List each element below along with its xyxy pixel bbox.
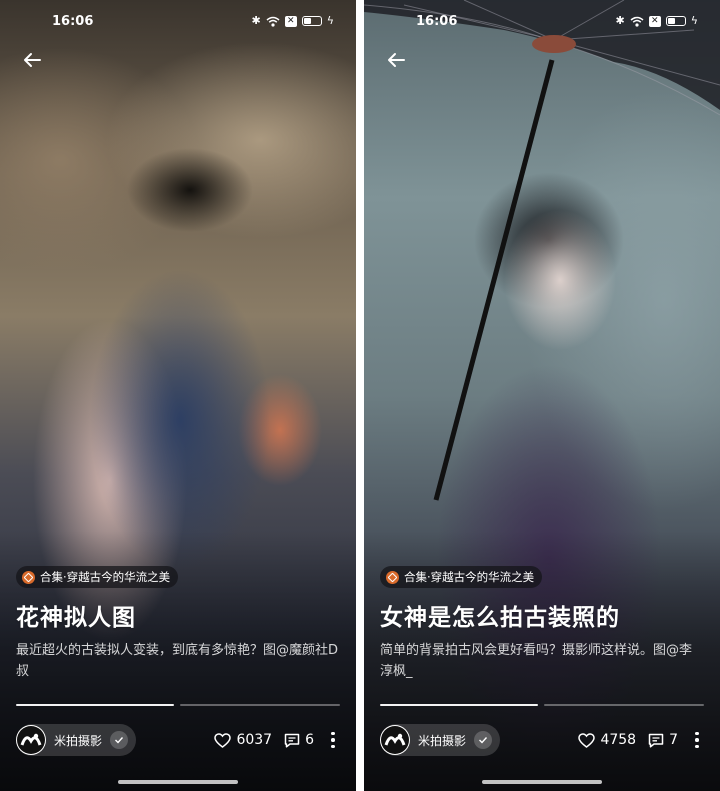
comment-button[interactable]: 7 [648,732,678,748]
story-screen-left: 16:06 ✱ ✕ ϟ 合集·穿越古今的华流之美 花神拟人图 最近超火的古装拟人… [0,0,356,791]
bluetooth-icon: ✱ [615,14,625,27]
author-name: 米拍摄影 [54,733,103,748]
image-progress [16,704,340,706]
avatar[interactable] [16,725,46,755]
wifi-icon [630,12,644,31]
like-count: 4758 [600,732,637,748]
battery-icon [665,16,686,26]
post-description: 最近超火的古装拟人变装，到底有多惊艳？图@魔颜社D叔 [16,643,339,679]
heart-icon [214,732,232,748]
story-screen-right: 16:06 ✱ ✕ ϟ 合集·穿越古今的华流之美 女神是怎么拍古装照的 简单的背… [364,0,720,791]
status-icons: ✱ ✕ ϟ [616,14,698,28]
follow-check-button[interactable] [110,731,129,749]
follow-check-button[interactable] [474,731,493,749]
status-time: 16:06 [52,14,94,29]
progress-segment [16,704,174,706]
status-bar: 16:06 ✱ ✕ ϟ [364,0,720,44]
progress-segment [180,704,340,706]
back-arrow-icon[interactable] [384,48,408,72]
status-time: 16:06 [416,14,458,29]
umbrella-graphic [364,0,720,501]
collection-badge-icon [22,570,35,584]
author-name: 米拍摄影 [418,733,467,748]
status-icons: ✱ ✕ ϟ [252,14,334,28]
more-vertical-icon[interactable] [690,731,704,749]
post-stats: 6037 6 [214,724,340,756]
progress-segment [380,704,538,706]
collection-badge[interactable]: 合集·穿越古今的华流之美 [380,566,543,588]
author-chip[interactable]: 米拍摄影 [16,724,137,756]
check-icon [479,737,488,744]
post-stats: 4758 7 [578,724,704,756]
like-button[interactable]: 6037 [214,732,272,748]
collection-badge-icon [386,570,399,584]
caption: 合集·穿越古今的华流之美 女神是怎么拍古装照的 简单的背景拍古风会更好看吗？摄影… [380,566,704,682]
charging-bolt-icon: ϟ [690,14,698,27]
caption: 合集·穿越古今的华流之美 花神拟人图 最近超火的古装拟人变装，到底有多惊艳？图@… [16,566,340,682]
home-indicator[interactable] [118,780,238,784]
comment-button[interactable]: 6 [284,732,314,748]
bluetooth-icon: ✱ [251,14,261,27]
post-title: 花神拟人图 [16,605,136,631]
collection-badge-label: 合集·穿越古今的华流之美 [404,570,535,584]
sim-x-icon: ✕ [648,15,661,27]
collection-badge[interactable]: 合集·穿越古今的华流之美 [16,566,179,588]
comment-count: 6 [305,732,314,748]
battery-icon [301,16,322,26]
check-icon [115,737,124,744]
home-indicator[interactable] [482,780,602,784]
comment-count: 7 [669,732,678,748]
post-footer: 米拍摄影 6037 6 [16,724,340,756]
comment-icon [648,733,664,748]
charging-bolt-icon: ϟ [326,14,334,27]
collection-badge-label: 合集·穿越古今的华流之美 [40,570,171,584]
avatar[interactable] [380,725,410,755]
back-arrow-icon[interactable] [20,48,44,72]
post-title: 女神是怎么拍古装照的 [380,605,620,631]
post-footer: 米拍摄影 4758 7 [380,724,704,756]
status-bar: 16:06 ✱ ✕ ϟ [0,0,356,44]
wifi-icon [266,12,280,31]
author-chip[interactable]: 米拍摄影 [380,724,501,756]
heart-icon [578,732,596,748]
like-button[interactable]: 4758 [578,732,636,748]
comment-icon [284,733,300,748]
post-description: 简单的背景拍古风会更好看吗？摄影师这样说。图@李淳枫_ [380,643,693,679]
more-vertical-icon[interactable] [326,731,340,749]
image-progress [380,704,704,706]
sim-x-icon: ✕ [284,15,297,27]
like-count: 6037 [236,732,273,748]
progress-segment [544,704,704,706]
